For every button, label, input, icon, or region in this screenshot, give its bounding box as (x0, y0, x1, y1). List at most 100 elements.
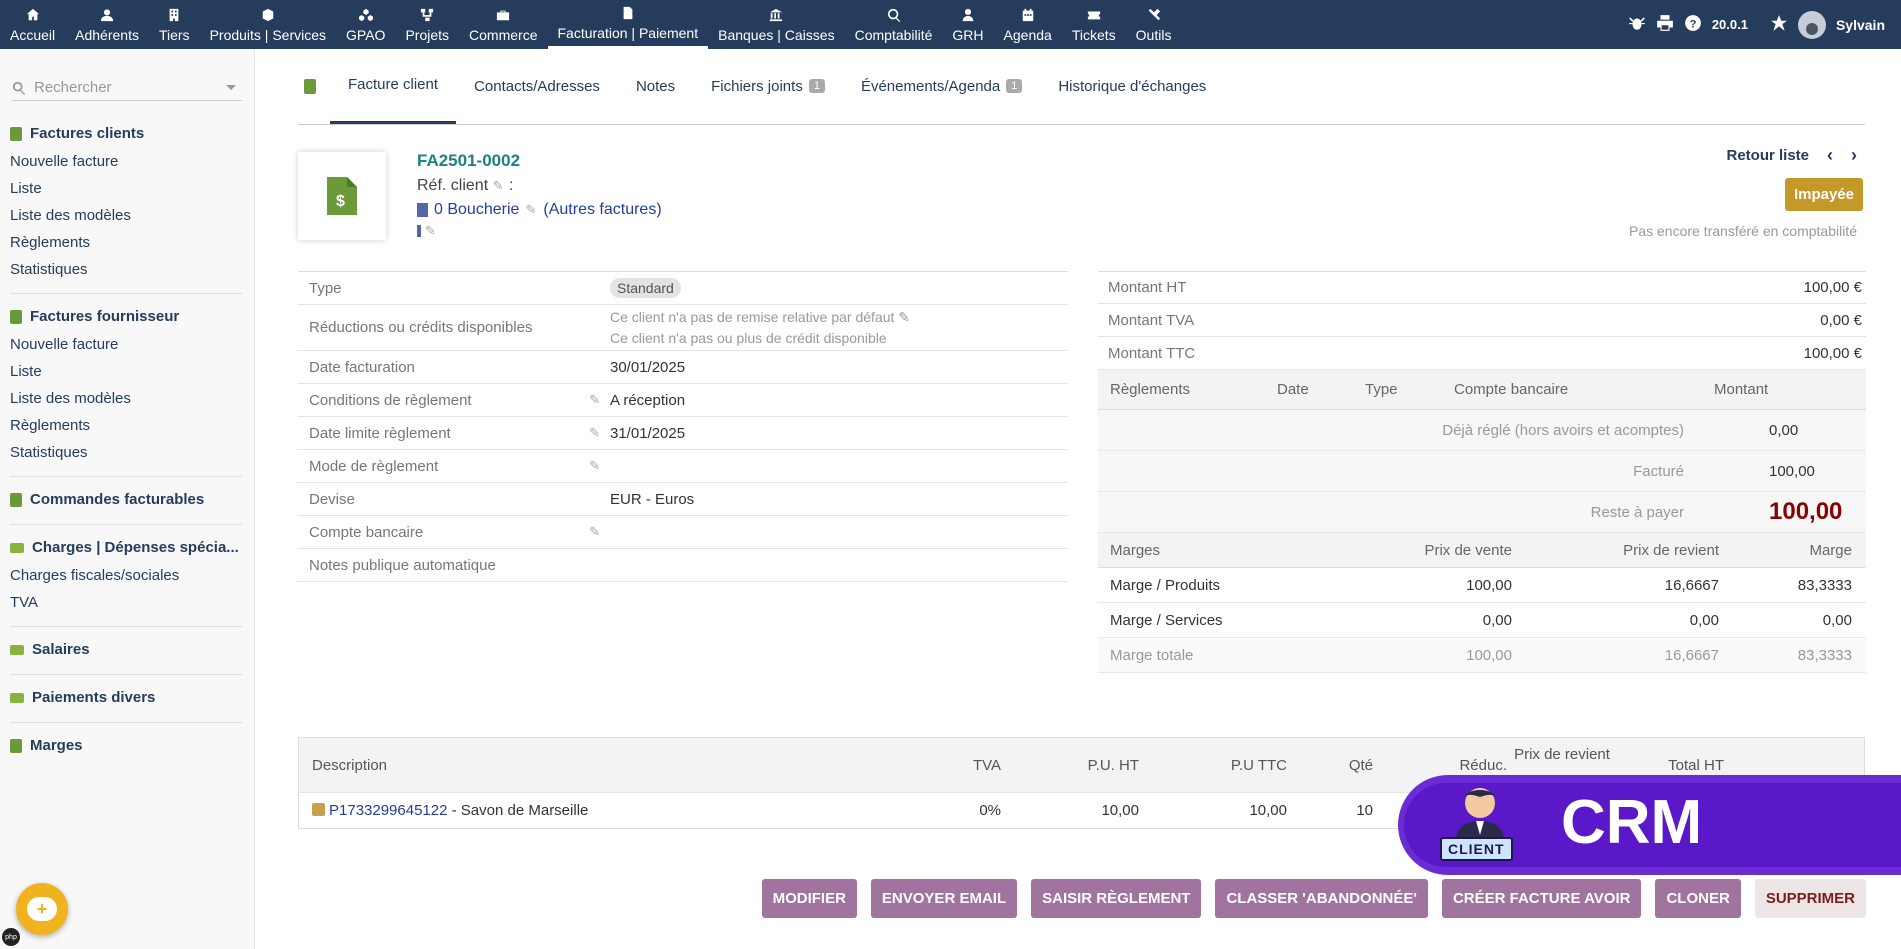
search-icon (12, 81, 26, 95)
print-icon[interactable] (1656, 14, 1674, 36)
main-nav: Accueil Adhérents Tiers Produits | Servi… (0, 0, 1181, 49)
edit-pencil-icon[interactable]: ✎ (493, 179, 505, 192)
classify-abandoned-button[interactable]: Classer 'abandonnée' (1215, 879, 1428, 918)
menu-link-statistiques[interactable]: Statistiques (10, 256, 242, 283)
edit-pencil-icon[interactable]: ✎ (898, 309, 910, 325)
tab-historique[interactable]: Historique d'échanges (1040, 48, 1224, 124)
sidebar-search[interactable]: Rechercher (12, 75, 242, 101)
svg-text:$: $ (336, 193, 345, 210)
menu-head-paiements-divers[interactable]: Paiements divers (10, 683, 242, 712)
bug-icon[interactable] (1628, 14, 1646, 36)
edit-pencil-icon[interactable]: ✎ (589, 458, 600, 474)
tab-facture-client[interactable]: Facture client (330, 48, 457, 124)
tab-evenements[interactable]: Événements/Agenda 1 (843, 48, 1040, 124)
nav-produits[interactable]: Produits | Services (200, 0, 336, 49)
nav-banques[interactable]: Banques | Caisses (708, 0, 844, 49)
amounts-table: Montant HT 100,00 € Montant TVA 0,00 € Mon… (1098, 271, 1866, 673)
nav-projets[interactable]: Projets (395, 0, 459, 49)
invoice-icon (620, 5, 636, 21)
user-icon (99, 7, 115, 23)
menu-link-liste[interactable]: Liste (10, 175, 242, 202)
send-email-button[interactable]: Envoyer email (870, 879, 1018, 918)
edit-pencil-icon[interactable]: ✎ (589, 524, 600, 540)
top-right-tools: ? 20.0.1 Sylvain (1628, 0, 1901, 49)
invoice-info-table: Type Standard Réductions ou crédits dispo… (298, 271, 1068, 582)
status-badge: Impayée (1784, 178, 1863, 211)
project-icon (417, 225, 421, 237)
edit-pencil-icon[interactable]: ✎ (589, 392, 600, 408)
help-icon[interactable]: ? (1684, 14, 1702, 36)
menu-link-nouvelle-facture[interactable]: Nouvelle facture (10, 331, 242, 358)
tab-notes[interactable]: Notes (618, 48, 693, 124)
ref-client: Réf. client ✎ : (417, 177, 514, 194)
payments-remain-row: Reste à payer 100,00 (1098, 492, 1866, 533)
nav-accueil[interactable]: Accueil (0, 0, 65, 49)
php-badge: php (2, 928, 20, 946)
clone-button[interactable]: Cloner (1655, 879, 1741, 918)
menu-head-factures-fournisseur[interactable]: Factures fournisseur (10, 302, 242, 331)
chevron-down-icon[interactable] (226, 85, 236, 90)
create-credit-note-button[interactable]: Créer facture avoir (1441, 879, 1642, 918)
invoice-header: $ FA2501-0002 Réf. client ✎ : 0 Boucheri… (298, 125, 1865, 270)
menu-link-liste[interactable]: Liste (10, 358, 242, 385)
menu-link-tva[interactable]: TVA (10, 589, 242, 616)
menu-salaires: Salaires (10, 627, 242, 675)
invoice-icon (10, 126, 22, 141)
menu-link-statistiques[interactable]: Statistiques (10, 439, 242, 466)
money-icon (10, 692, 24, 703)
nav-comptabilite[interactable]: Comptabilité (845, 0, 943, 49)
nav-gpao[interactable]: GPAO (336, 0, 395, 49)
cube-icon (260, 7, 276, 23)
menu-paiements-divers: Paiements divers (10, 675, 242, 723)
tab-contacts[interactable]: Contacts/Adresses (456, 48, 618, 124)
delete-button[interactable]: Supprimer (1754, 879, 1866, 918)
chevron-left-icon[interactable]: ‹ (1827, 145, 1833, 166)
amount-tva-row: Montant TVA 0,00 € (1098, 304, 1866, 337)
nav-outils[interactable]: Outils (1126, 0, 1182, 49)
main-content: Facture client Contacts/Adresses Notes F… (298, 49, 1865, 270)
nav-tickets[interactable]: Tickets (1062, 0, 1126, 49)
briefcase-icon (495, 7, 511, 23)
nav-agenda[interactable]: Agenda (994, 0, 1062, 49)
edit-pencil-icon[interactable]: ✎ (525, 203, 537, 216)
thirdparty-link[interactable]: 0 Boucherie (434, 201, 519, 219)
chat-button[interactable]: + (16, 883, 68, 935)
accounting-status: Pas encore transféré en comptabilité (1628, 223, 1857, 239)
product-link[interactable]: P1733299645122 (329, 802, 447, 819)
menu-head-salaires[interactable]: Salaires (10, 635, 242, 664)
menu-head-factures-clients[interactable]: Factures clients (10, 119, 242, 148)
other-invoices-link[interactable]: (Autres factures) (543, 201, 661, 219)
nav-commerce[interactable]: Commerce (459, 0, 547, 49)
info-row-date: Date facturation 30/01/2025 (298, 351, 1068, 384)
tab-fichiers[interactable]: Fichiers joints 1 (693, 48, 843, 124)
nav-facturation[interactable]: Facturation | Paiement (547, 0, 709, 49)
left-sidebar: Rechercher Factures clients Nouvelle fac… (0, 49, 255, 949)
count-badge: 1 (808, 79, 825, 93)
chevron-right-icon[interactable]: › (1851, 145, 1857, 166)
edit-pencil-icon[interactable]: ✎ (425, 224, 436, 237)
remain-amount: 100,00 (1769, 498, 1843, 525)
invoice-icon (10, 309, 22, 324)
menu-head-commandes-facturables[interactable]: Commandes facturables (10, 485, 242, 514)
nav-tiers[interactable]: Tiers (149, 0, 200, 49)
user-name[interactable]: Sylvain (1836, 17, 1885, 33)
menu-link-reglements[interactable]: Règlements (10, 412, 242, 439)
menu-link-liste-modeles[interactable]: Liste des modèles (10, 202, 242, 229)
menu-link-reglements[interactable]: Règlements (10, 229, 242, 256)
star-icon[interactable] (1770, 14, 1788, 36)
edit-pencil-icon[interactable]: ✎ (589, 425, 600, 441)
nav-adherents[interactable]: Adhérents (65, 0, 149, 49)
tab-icon (298, 48, 330, 124)
client-label: CLIENT (1440, 837, 1513, 861)
invoice-ref: FA2501-0002 (417, 151, 521, 170)
enter-payment-button[interactable]: Saisir règlement (1031, 879, 1202, 918)
user-avatar[interactable] (1797, 10, 1826, 39)
menu-head-charges[interactable]: Charges | Dépenses spécia... (10, 533, 242, 562)
menu-link-charges-fiscales[interactable]: Charges fiscales/sociales (10, 562, 242, 589)
menu-link-liste-modeles[interactable]: Liste des modèles (10, 385, 242, 412)
modify-button[interactable]: Modifier (761, 879, 857, 918)
nav-grh[interactable]: GRH (942, 0, 993, 49)
menu-head-marges[interactable]: Marges (10, 731, 242, 760)
back-list-link[interactable]: Retour liste (1726, 147, 1809, 164)
menu-link-nouvelle-facture[interactable]: Nouvelle facture (10, 148, 242, 175)
